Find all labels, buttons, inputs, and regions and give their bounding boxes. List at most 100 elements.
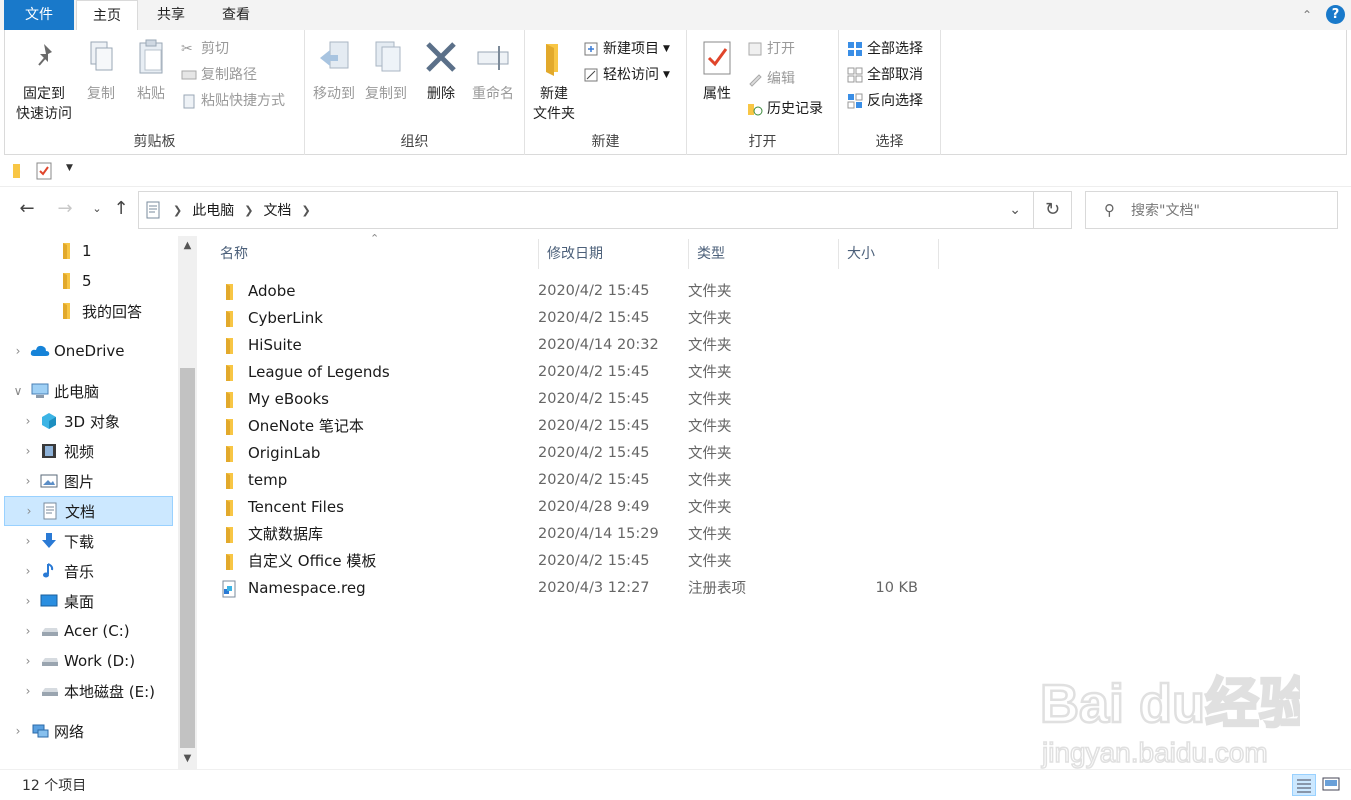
- file-row[interactable]: Adobe 2020/4/2 15:45 文件夹: [216, 277, 956, 304]
- minimize-ribbon-icon[interactable]: ⌃: [1298, 6, 1316, 24]
- expand-chevron-icon[interactable]: ›: [22, 594, 34, 608]
- nav-item-5[interactable]: › 3D 对象: [4, 406, 173, 436]
- qat-properties-icon[interactable]: [36, 162, 52, 180]
- qat-customize-dropdown-icon[interactable]: ▼: [66, 163, 73, 173]
- expand-chevron-icon[interactable]: ›: [23, 504, 35, 518]
- nav-item-label: 文档: [65, 502, 96, 521]
- move-to-button[interactable]: 移动到: [309, 38, 359, 104]
- details-view-icon[interactable]: [1292, 774, 1316, 796]
- scroll-up-icon[interactable]: ▲: [178, 236, 197, 256]
- paste-button[interactable]: 粘贴: [127, 38, 175, 104]
- properties-button[interactable]: 属性: [695, 38, 739, 104]
- breadcrumb-separator-icon[interactable]: ❯: [173, 204, 182, 217]
- delete-button[interactable]: 删除: [419, 38, 463, 104]
- expand-chevron-icon[interactable]: ›: [22, 684, 34, 698]
- expanded-chevron-icon[interactable]: ∨: [12, 384, 24, 398]
- large-icons-view-icon[interactable]: [1320, 774, 1342, 796]
- file-row[interactable]: My eBooks 2020/4/2 15:45 文件夹: [216, 385, 956, 412]
- expand-chevron-icon[interactable]: ›: [22, 624, 34, 638]
- nav-item-2[interactable]: 我的回答: [4, 296, 173, 326]
- expand-chevron-icon[interactable]: ›: [22, 564, 34, 578]
- up-arrow-icon[interactable]: ↑: [110, 197, 132, 221]
- paste-shortcut-button[interactable]: 粘贴快捷方式: [181, 90, 285, 112]
- scroll-down-icon[interactable]: ▼: [178, 749, 197, 769]
- new-folder-button[interactable]: 新建 文件夹: [527, 38, 581, 124]
- expand-chevron-icon[interactable]: ›: [22, 474, 34, 488]
- file-name: My eBooks: [248, 389, 329, 408]
- column-header-name[interactable]: 名称: [212, 239, 539, 269]
- file-row[interactable]: 文献数据库 2020/4/14 15:29 文件夹: [216, 520, 956, 547]
- select-none-button[interactable]: 全部取消: [847, 64, 923, 86]
- recent-locations-chevron-icon[interactable]: ⌄: [86, 197, 108, 221]
- nav-item-10[interactable]: › 音乐: [4, 556, 173, 586]
- nav-item-12[interactable]: › Acer (C:): [4, 616, 173, 646]
- nav-item-6[interactable]: › 视频: [4, 436, 173, 466]
- nav-item-1[interactable]: 5: [4, 266, 173, 296]
- nav-item-label: 视频: [64, 442, 95, 461]
- file-modified-date: 2020/4/2 15:45: [538, 417, 650, 434]
- edit-button[interactable]: 编辑: [747, 68, 795, 90]
- expand-chevron-icon[interactable]: ›: [12, 344, 24, 358]
- file-row[interactable]: League of Legends 2020/4/2 15:45 文件夹: [216, 358, 956, 385]
- search-box[interactable]: ⚲ 搜索"文档": [1085, 191, 1338, 229]
- pin-label-2: 快速访问: [16, 106, 72, 122]
- tab-view[interactable]: 查看: [204, 0, 268, 30]
- expand-chevron-icon[interactable]: ›: [12, 724, 24, 738]
- nav-item-11[interactable]: › 桌面: [4, 586, 173, 616]
- nav-item-15[interactable]: › 网络: [4, 716, 173, 746]
- file-row[interactable]: 自定义 Office 模板 2020/4/2 15:45 文件夹: [216, 547, 956, 574]
- address-history-chevron-icon[interactable]: ⌄: [1009, 202, 1021, 218]
- history-button[interactable]: 历史记录: [747, 98, 823, 120]
- open-button[interactable]: 打开: [747, 38, 795, 60]
- forward-arrow-icon[interactable]: →: [54, 197, 76, 221]
- file-row[interactable]: Tencent Files 2020/4/28 9:49 文件夹: [216, 493, 956, 520]
- nav-item-13[interactable]: › Work (D:): [4, 646, 173, 676]
- nav-scrollbar-thumb[interactable]: [180, 368, 195, 748]
- expand-chevron-icon[interactable]: ›: [22, 534, 34, 548]
- column-header-size[interactable]: 大小: [839, 239, 939, 269]
- nav-item-14[interactable]: › 本地磁盘 (E:): [4, 676, 173, 706]
- column-header-modified[interactable]: 修改日期: [539, 239, 689, 269]
- easy-access-button[interactable]: 轻松访问 ▼: [583, 64, 670, 86]
- copy-path-button[interactable]: 复制路径: [181, 64, 257, 86]
- tab-file[interactable]: 文件: [4, 0, 74, 30]
- invert-selection-button[interactable]: 反向选择: [847, 90, 923, 112]
- nav-item-4[interactable]: ∨ 此电脑: [4, 376, 173, 406]
- expand-chevron-icon[interactable]: ›: [22, 444, 34, 458]
- breadcrumb-documents[interactable]: 文档: [263, 200, 291, 220]
- file-row[interactable]: OneNote 笔记本 2020/4/2 15:45 文件夹: [216, 412, 956, 439]
- breadcrumb-this-pc[interactable]: 此电脑: [192, 200, 234, 220]
- nav-scrollbar[interactable]: ▲ ▼: [178, 236, 197, 769]
- rename-button[interactable]: 重命名: [467, 38, 519, 104]
- expand-chevron-icon[interactable]: ›: [22, 654, 34, 668]
- file-row[interactable]: HiSuite 2020/4/14 20:32 文件夹: [216, 331, 956, 358]
- tab-share[interactable]: 共享: [140, 0, 202, 30]
- address-bar[interactable]: ❯ 此电脑 ❯ 文档 ❯ ⌄: [138, 191, 1034, 229]
- column-header-type[interactable]: 类型: [689, 239, 839, 269]
- nav-item-9[interactable]: › 下载: [4, 526, 173, 556]
- copy-to-button[interactable]: 复制到: [361, 38, 411, 104]
- cut-button[interactable]: ✂ 剪切: [181, 38, 229, 60]
- qat-folder-icon[interactable]: [12, 163, 24, 179]
- back-arrow-icon[interactable]: ←: [16, 197, 38, 221]
- breadcrumb-separator-icon[interactable]: ❯: [244, 204, 253, 217]
- download-icon: [40, 532, 58, 550]
- new-item-button[interactable]: 新建项目 ▼: [583, 38, 670, 60]
- pin-quick-access-button[interactable]: 固定到 快速访问: [11, 38, 77, 124]
- tab-home[interactable]: 主页: [76, 0, 138, 31]
- select-all-button[interactable]: 全部选择: [847, 38, 923, 60]
- breadcrumb-separator-icon[interactable]: ❯: [301, 204, 310, 217]
- file-row[interactable]: Namespace.reg 2020/4/3 12:27 注册表项 10 KB: [216, 574, 956, 601]
- help-icon[interactable]: ?: [1326, 5, 1345, 24]
- nav-item-7[interactable]: › 图片: [4, 466, 173, 496]
- nav-item-3[interactable]: › OneDrive: [4, 336, 173, 366]
- copy-button[interactable]: 复制: [79, 38, 123, 104]
- nav-item-8[interactable]: › 文档: [4, 496, 173, 526]
- file-row[interactable]: CyberLink 2020/4/2 15:45 文件夹: [216, 304, 956, 331]
- nav-item-label: 我的回答: [82, 302, 143, 321]
- file-row[interactable]: temp 2020/4/2 15:45 文件夹: [216, 466, 956, 493]
- file-row[interactable]: OriginLab 2020/4/2 15:45 文件夹: [216, 439, 956, 466]
- refresh-icon[interactable]: ↻: [1034, 191, 1072, 229]
- expand-chevron-icon[interactable]: ›: [22, 414, 34, 428]
- nav-item-0[interactable]: 1: [4, 236, 173, 266]
